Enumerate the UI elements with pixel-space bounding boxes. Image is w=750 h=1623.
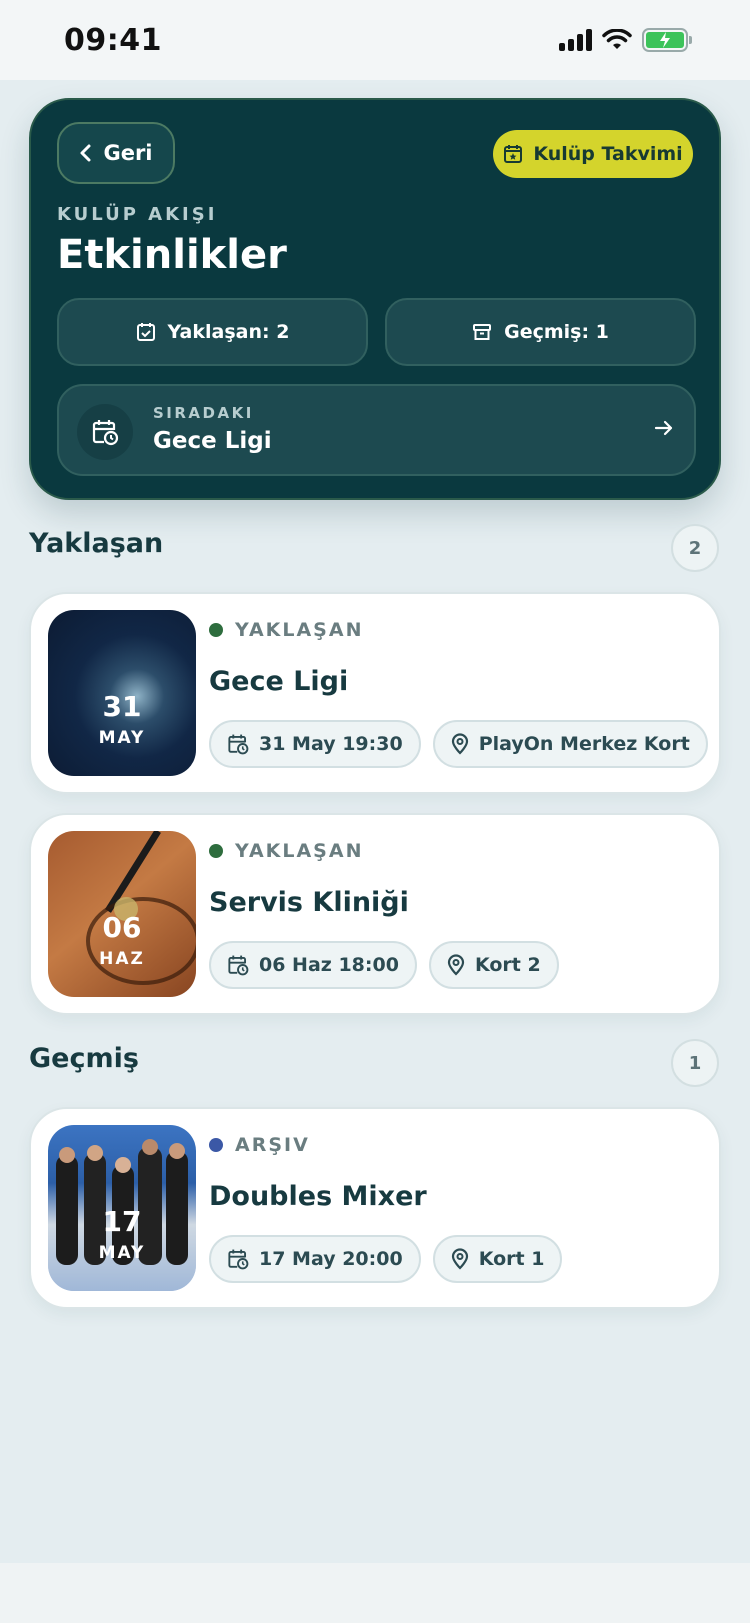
event-thumbnail: 06 HAZ xyxy=(48,831,196,997)
event-datetime: 06 Haz 18:00 xyxy=(259,954,399,976)
event-title: Gece Ligi xyxy=(209,666,349,697)
section-title-upcoming: Yaklaşan xyxy=(29,528,164,559)
status-bar: 09:41 xyxy=(0,0,750,80)
event-datetime-chip: 06 Haz 18:00 xyxy=(209,941,417,989)
event-location: PlayOn Merkez Kort xyxy=(478,733,690,755)
map-pin-icon xyxy=(447,954,465,976)
map-pin-icon xyxy=(451,733,468,755)
event-thumbnail: 17 MAY xyxy=(48,1125,196,1291)
chevron-left-icon xyxy=(80,144,91,162)
upcoming-stat-label: Yaklaşan: 2 xyxy=(167,321,290,343)
hero-panel: Geri Kulüp Takvimi KULÜP AKIŞI Etkinlikl… xyxy=(29,98,721,500)
section-count-upcoming: 2 xyxy=(671,524,719,572)
section-title-past: Geçmiş xyxy=(29,1043,139,1074)
section-count-past: 1 xyxy=(671,1039,719,1087)
next-event-card[interactable]: SIRADAKI Gece Ligi xyxy=(57,384,696,476)
upcoming-stat-button[interactable]: Yaklaşan: 2 xyxy=(57,298,368,366)
arrow-right-icon xyxy=(654,420,673,436)
event-date-month: HAZ xyxy=(99,949,145,969)
event-date-day: 31 xyxy=(102,690,142,723)
archive-icon xyxy=(473,324,492,340)
calendar-check-icon xyxy=(136,323,155,341)
next-event-label: SIRADAKI xyxy=(153,404,254,422)
status-dot xyxy=(209,844,223,858)
signal-icon xyxy=(559,29,592,51)
calendar-star-icon xyxy=(504,145,523,163)
club-calendar-label: Kulüp Takvimi xyxy=(533,143,683,165)
event-location: Kort 2 xyxy=(474,954,541,976)
past-stat-label: Geçmiş: 1 xyxy=(504,321,609,343)
event-location: Kort 1 xyxy=(478,1248,545,1270)
club-calendar-button[interactable]: Kulüp Takvimi xyxy=(493,130,693,178)
back-button-label: Geri xyxy=(103,141,153,165)
event-chips: 06 Haz 18:00 Kort 2 xyxy=(209,941,559,989)
status-dot xyxy=(209,623,223,637)
map-pin-icon xyxy=(451,1248,468,1270)
event-datetime: 31 May 19:30 xyxy=(259,733,403,755)
event-card[interactable]: 31 MAY YAKLAŞAN Gece Ligi 31 May 19:30 P… xyxy=(29,592,721,794)
event-status: YAKLAŞAN xyxy=(209,619,363,641)
hero-eyebrow: KULÜP AKIŞI xyxy=(57,204,218,225)
calendar-clock-icon xyxy=(228,955,249,976)
calendar-clock-icon xyxy=(228,1249,249,1270)
event-status-label: ARŞIV xyxy=(235,1134,310,1156)
event-date-day: 06 xyxy=(102,911,142,944)
event-status: YAKLAŞAN xyxy=(209,840,363,862)
event-chips: 31 May 19:30 PlayOn Merkez Kort xyxy=(209,720,708,768)
event-title: Servis Kliniği xyxy=(209,887,409,918)
event-date-month: MAY xyxy=(98,1243,146,1263)
event-location-chip: Kort 1 xyxy=(432,1235,563,1283)
page-title: Etkinlikler xyxy=(57,232,287,278)
battery-icon xyxy=(642,28,692,52)
bottom-area xyxy=(0,1563,750,1623)
status-icons xyxy=(559,28,692,52)
past-stat-button[interactable]: Geçmiş: 1 xyxy=(385,298,696,366)
event-date-day: 17 xyxy=(102,1205,142,1238)
event-status-label: YAKLAŞAN xyxy=(235,619,364,641)
back-button[interactable]: Geri xyxy=(57,122,175,184)
status-dot xyxy=(209,1138,223,1152)
calendar-clock-icon xyxy=(228,734,249,755)
status-time: 09:41 xyxy=(64,22,162,58)
calendar-clock-icon xyxy=(92,420,119,446)
event-location-chip: PlayOn Merkez Kort xyxy=(432,720,708,768)
event-datetime: 17 May 20:00 xyxy=(259,1248,403,1270)
event-card[interactable]: 17 MAY ARŞIV Doubles Mixer 17 May 20:00 … xyxy=(29,1107,721,1309)
wifi-icon xyxy=(602,29,632,49)
event-datetime-chip: 31 May 19:30 xyxy=(209,720,421,768)
next-event-name: Gece Ligi xyxy=(153,428,272,454)
event-card[interactable]: 06 HAZ YAKLAŞAN Servis Kliniği 06 Haz 18… xyxy=(29,813,721,1015)
event-location-chip: Kort 2 xyxy=(428,941,559,989)
event-thumbnail: 31 MAY xyxy=(48,610,196,776)
event-title: Doubles Mixer xyxy=(209,1181,427,1212)
next-event-icon-wrap xyxy=(77,404,133,460)
event-chips: 17 May 20:00 Kort 1 xyxy=(209,1235,563,1283)
event-datetime-chip: 17 May 20:00 xyxy=(209,1235,421,1283)
event-status: ARŞIV xyxy=(209,1134,310,1156)
event-date-month: MAY xyxy=(98,728,146,748)
event-status-label: YAKLAŞAN xyxy=(235,840,364,862)
